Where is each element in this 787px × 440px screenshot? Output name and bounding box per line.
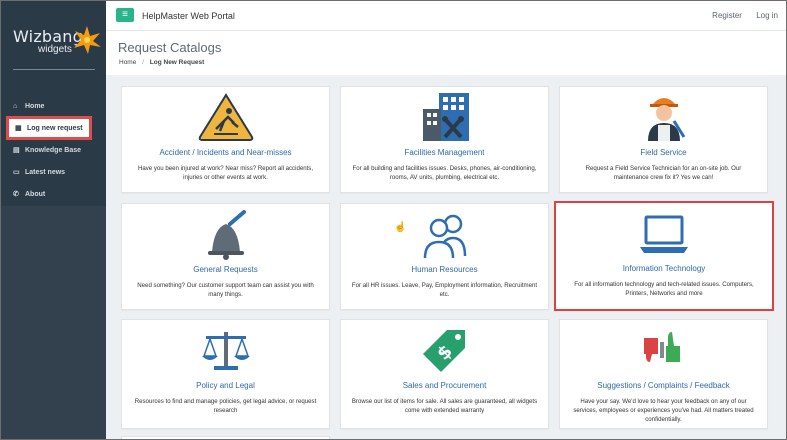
catalog-card-policy[interactable]: Policy and Legal Resources to find and m… xyxy=(121,319,330,429)
price-tag-icon: $ xyxy=(422,330,465,372)
people-icon xyxy=(423,214,466,259)
catalog-card-general[interactable]: General Requests Need something? Our cus… xyxy=(121,203,330,310)
card-description: Request a Field Service Technician for a… xyxy=(585,165,742,181)
card-description: Have your say. We'd love to hear your fe… xyxy=(573,398,754,423)
sidebar: Wizbang widgets ⌂ Home ▦ Log new request… xyxy=(1,1,106,439)
card-description: For all HR issues. Leave, Pay, Employmen… xyxy=(351,282,538,298)
sidebar-footer-area xyxy=(1,206,106,439)
card-description: For all information technology and tech-… xyxy=(574,281,754,297)
breadcrumb-home[interactable]: Home xyxy=(119,59,136,66)
card-description: Have you been injured at work? Near miss… xyxy=(137,165,314,181)
page-header: Request Catalogs Home / Log New Request xyxy=(106,31,786,75)
sidebar-item-about[interactable]: ✆ About xyxy=(1,184,106,204)
sidebar-item-home[interactable]: ⌂ Home xyxy=(1,96,106,116)
catalog-card-suggestions[interactable]: Suggestions / Complaints / Feedback Have… xyxy=(559,319,768,429)
star-burst-icon xyxy=(74,26,101,54)
sidebar-item-label: Knowledge Base xyxy=(25,146,82,154)
card-title[interactable]: Suggestions / Complaints / Feedback xyxy=(560,381,767,390)
card-description: For all building and facilities issues. … xyxy=(352,165,537,181)
card-description: Browse our list of items for sale. All s… xyxy=(351,398,538,414)
register-link[interactable]: Register xyxy=(712,11,742,20)
catalog-card-it[interactable]: Information Technology For all informati… xyxy=(554,201,774,311)
card-title[interactable]: Field Service xyxy=(560,148,767,157)
sidebar-item-label: Log new request xyxy=(27,124,83,132)
breadcrumb: Home / Log New Request xyxy=(119,59,204,66)
sidebar-item-knowledge-base[interactable]: ▤ Knowledge Base xyxy=(1,140,106,160)
page-title: Request Catalogs xyxy=(118,40,222,55)
catalog-card-facilities[interactable]: Facilities Management For all building a… xyxy=(340,86,549,193)
catalog-card-accident[interactable]: Accident / Incidents and Near-misses Hav… xyxy=(121,86,330,193)
sidebar-item-label: Home xyxy=(25,102,45,110)
card-title[interactable]: Human Resources xyxy=(341,265,548,274)
card-description: Resources to find and manage policies, g… xyxy=(134,398,317,414)
thumbs-icon xyxy=(643,332,680,362)
brand-sub: widgets xyxy=(38,44,72,55)
menu-toggle-button[interactable]: ≡ xyxy=(116,8,134,22)
card-title[interactable]: Policy and Legal xyxy=(122,381,329,390)
sidebar-item-latest-news[interactable]: ▭ Latest news xyxy=(1,162,106,182)
card-description: Need something? Our customer support tea… xyxy=(137,282,314,298)
brand-logo[interactable]: Wizbang widgets xyxy=(1,1,106,71)
card-title[interactable]: General Requests xyxy=(122,265,329,274)
catalog-card-partial xyxy=(121,436,330,439)
brand-divider xyxy=(13,69,95,70)
main-content: Request Catalogs Home / Log New Request … xyxy=(106,31,786,439)
grid-icon: ▦ xyxy=(15,125,22,132)
login-link[interactable]: Log in xyxy=(756,11,778,20)
card-title[interactable]: Information Technology xyxy=(556,264,772,273)
warning-sign-icon xyxy=(198,93,253,141)
card-title[interactable]: Facilities Management xyxy=(341,148,548,157)
bell-icon xyxy=(207,210,246,260)
card-title[interactable]: Accident / Incidents and Near-misses xyxy=(122,148,329,157)
catalog-card-field-service[interactable]: Field Service Request a Field Service Te… xyxy=(559,86,768,193)
sidebar-item-log-new-request[interactable]: ▦ Log new request xyxy=(6,116,92,140)
catalog-card-sales[interactable]: $ Sales and Procurement Browse our list … xyxy=(340,319,549,429)
sidebar-item-label: About xyxy=(25,190,46,198)
book-icon: ▤ xyxy=(13,147,20,154)
news-icon: ▭ xyxy=(13,169,20,176)
phone-icon: ✆ xyxy=(13,191,19,198)
hand-cursor-icon: ☝ xyxy=(394,222,407,233)
breadcrumb-separator: / xyxy=(142,59,144,66)
building-tools-icon xyxy=(422,93,469,141)
laptop-icon xyxy=(640,215,688,253)
account-links: Register Log in xyxy=(700,11,778,20)
technician-icon xyxy=(647,98,685,141)
app-window: Wizbang widgets ⌂ Home ▦ Log new request… xyxy=(0,0,787,440)
top-bar: ≡ HelpMaster Web Portal Register Log in xyxy=(106,1,786,31)
scales-icon xyxy=(201,332,250,370)
card-title[interactable]: Sales and Procurement xyxy=(341,381,548,390)
sidebar-item-label: Latest news xyxy=(25,168,66,176)
home-icon: ⌂ xyxy=(13,102,18,110)
breadcrumb-current: Log New Request xyxy=(149,59,205,66)
app-title: HelpMaster Web Portal xyxy=(142,11,235,21)
catalog-card-hr[interactable]: Human Resources For all HR issues. Leave… xyxy=(340,203,549,310)
